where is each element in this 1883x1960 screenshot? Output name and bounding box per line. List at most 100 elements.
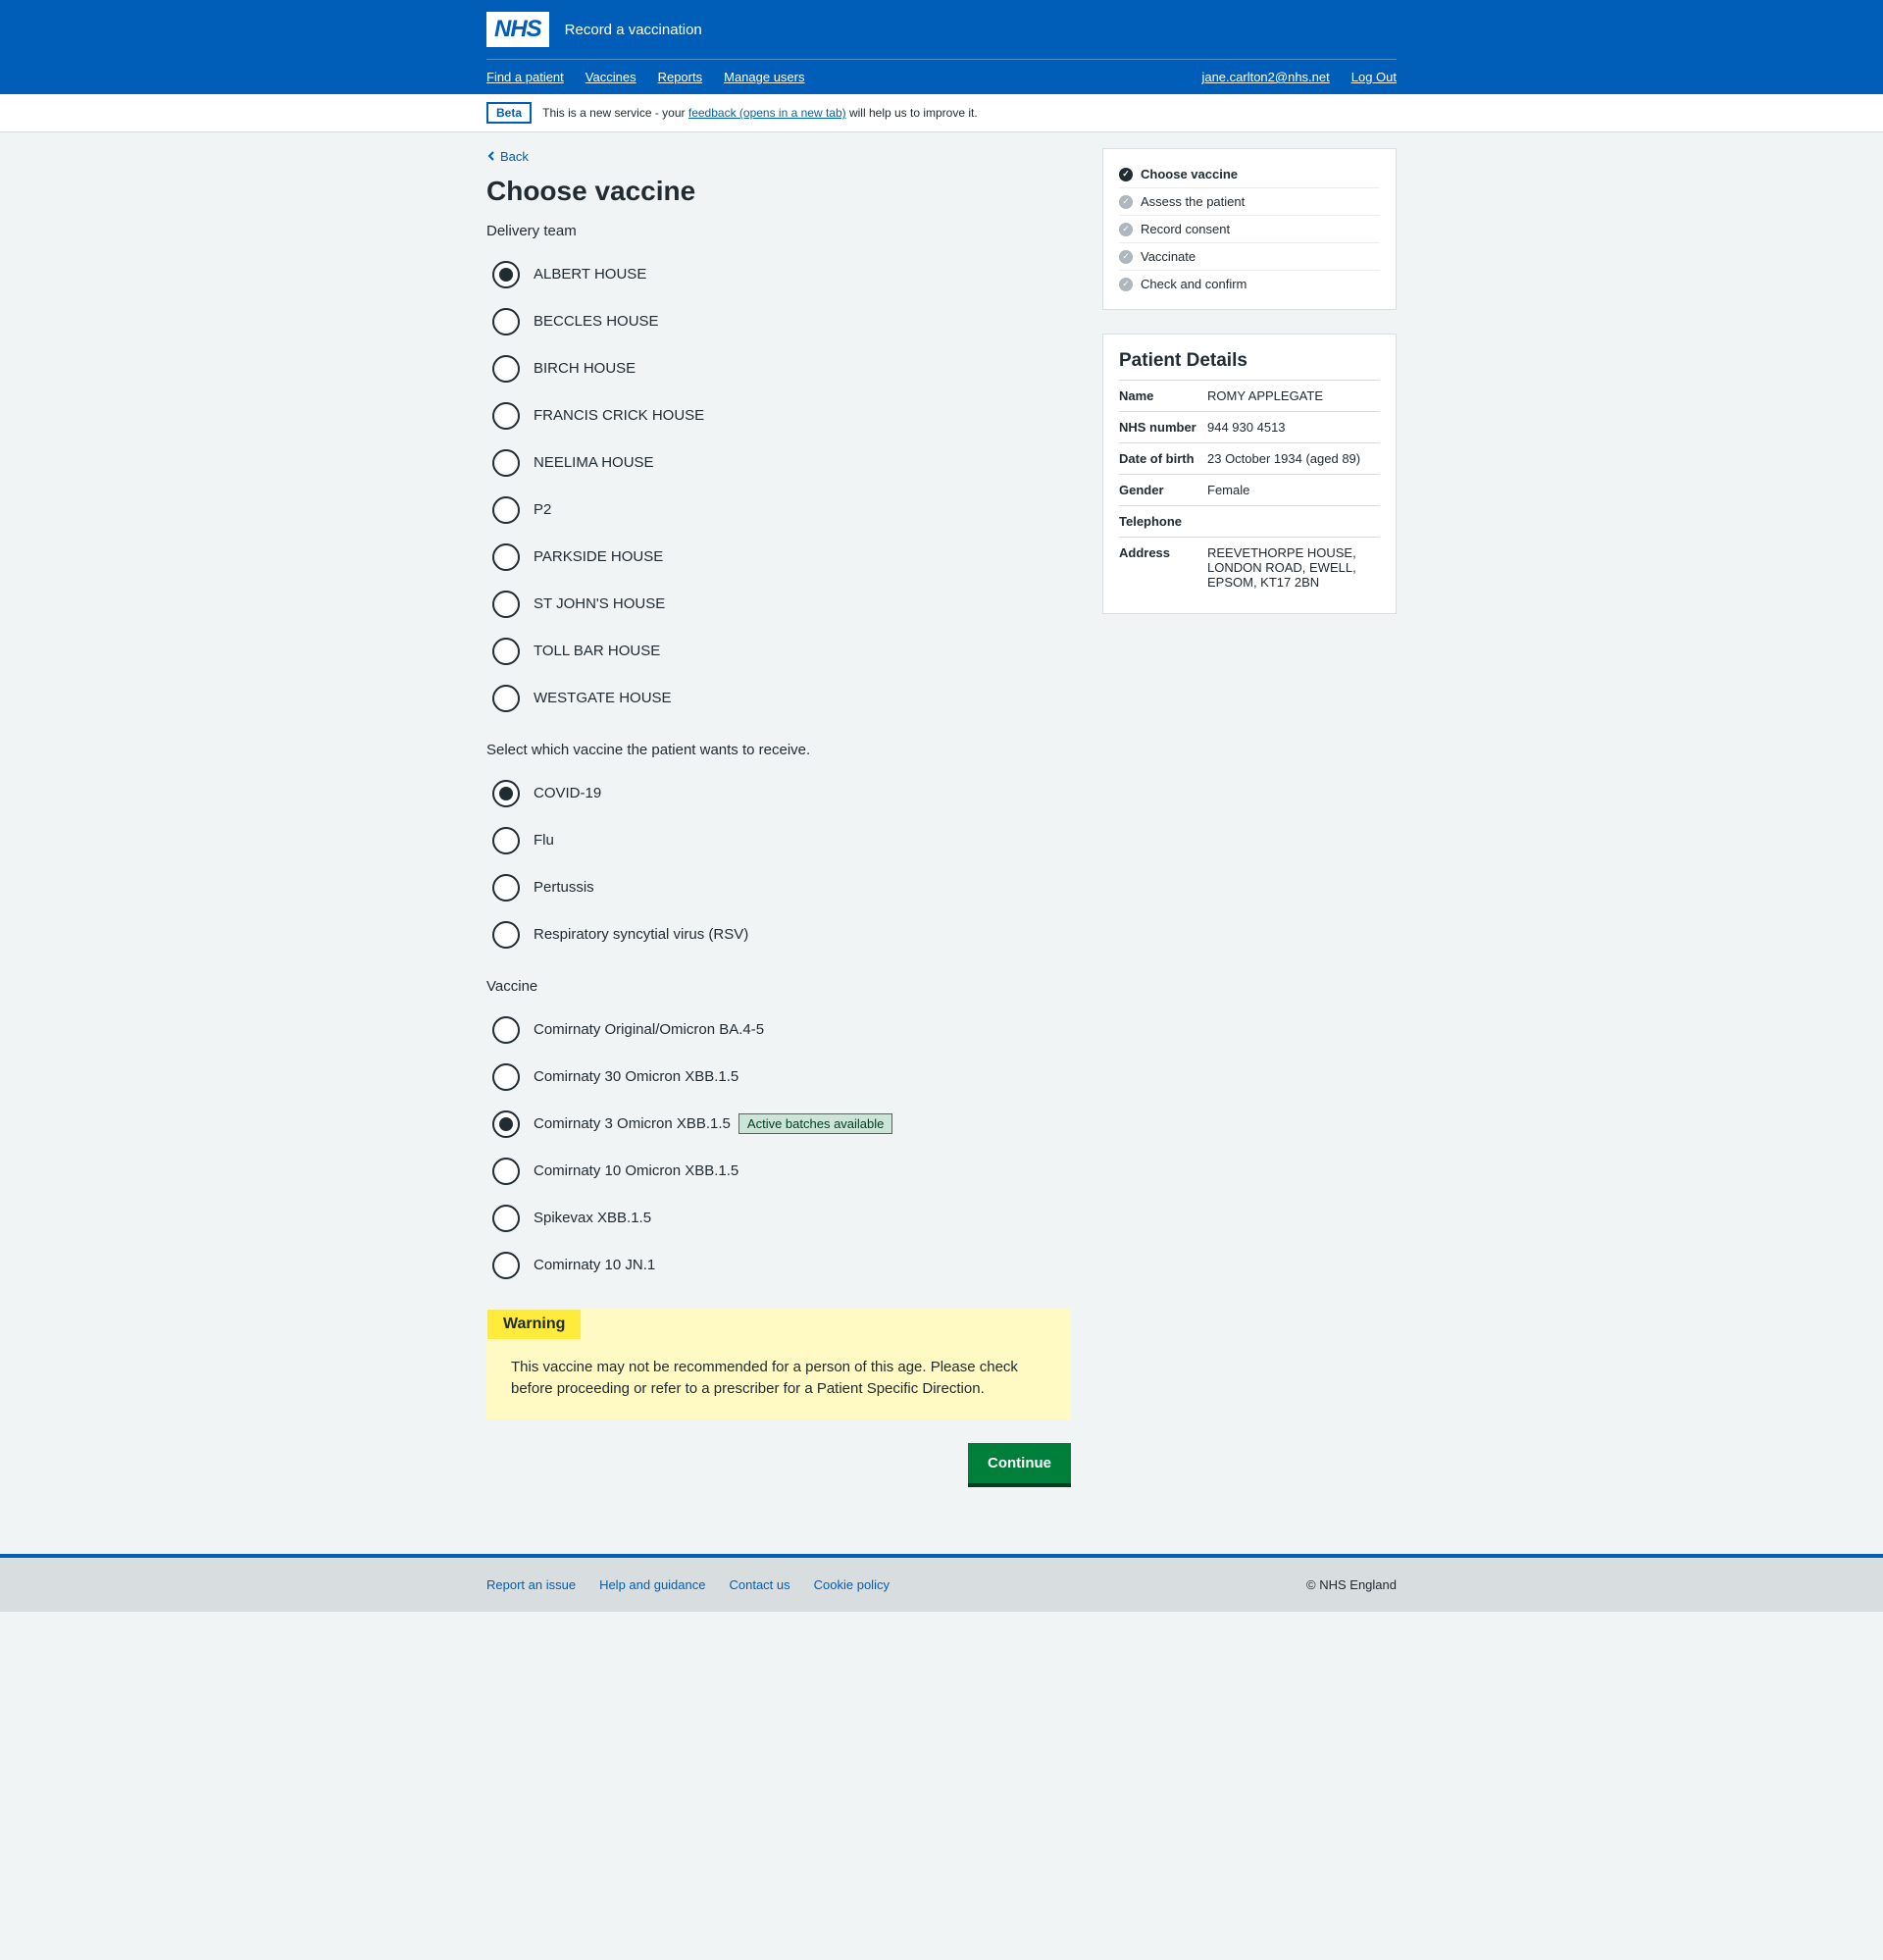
delivery-team-item: FRANCIS CRICK HOUSE <box>486 396 1071 436</box>
footer-link-cookie-policy[interactable]: Cookie policy <box>814 1577 890 1592</box>
delivery-team-radio[interactable] <box>486 538 526 577</box>
delivery-team-item: TOLL BAR HOUSE <box>486 632 1071 671</box>
delivery-team-item: NEELIMA HOUSE <box>486 443 1071 483</box>
delivery-team-item: BIRCH HOUSE <box>486 349 1071 388</box>
delivery-team-label: BIRCH HOUSE <box>526 360 636 377</box>
service-name: Record a vaccination <box>565 22 702 38</box>
patient-row: Telephone <box>1119 505 1380 537</box>
delivery-team-label: NEELIMA HOUSE <box>526 454 654 471</box>
patient-row: GenderFemale <box>1119 474 1380 505</box>
delivery-team-label: PARKSIDE HOUSE <box>526 548 663 565</box>
patient-field-label: Address <box>1119 545 1207 590</box>
patient-field-label: NHS number <box>1119 420 1207 435</box>
logout-link[interactable]: Log Out <box>1351 70 1397 84</box>
vaccine-label: Vaccine <box>486 978 1071 995</box>
delivery-team-radio[interactable] <box>486 490 526 530</box>
patient-field-value: REEVETHORPE HOUSE, LONDON ROAD, EWELL, E… <box>1207 545 1380 590</box>
delivery-team-label: BECCLES HOUSE <box>526 313 659 330</box>
footer-link-contact-us[interactable]: Contact us <box>729 1577 789 1592</box>
vaccine-type-label: Pertussis <box>526 879 594 896</box>
vaccine-radio[interactable] <box>486 1199 526 1238</box>
patient-field-value: ROMY APPLEGATE <box>1207 388 1380 403</box>
vaccine-type-radio[interactable] <box>486 915 526 954</box>
patient-field-value: 23 October 1934 (aged 89) <box>1207 451 1380 466</box>
page-title: Choose vaccine <box>486 176 1071 207</box>
nav-link-reports[interactable]: Reports <box>658 70 703 84</box>
delivery-team-radio[interactable] <box>486 443 526 483</box>
vaccine-radio[interactable] <box>486 1057 526 1097</box>
delivery-team-item: PARKSIDE HOUSE <box>486 538 1071 577</box>
patient-row: AddressREEVETHORPE HOUSE, LONDON ROAD, E… <box>1119 537 1380 597</box>
phase-text: This is a new service - your <box>542 106 688 120</box>
vaccine-type-label: Select which vaccine the patient wants t… <box>486 742 1071 758</box>
delivery-team-radio[interactable] <box>486 632 526 671</box>
vaccine-radios: Comirnaty Original/Omicron BA.4-5 Comirna… <box>486 1010 1071 1285</box>
copyright: © NHS England <box>1306 1577 1397 1592</box>
step-label: Vaccinate <box>1141 249 1196 264</box>
vaccine-label: Comirnaty 30 Omicron XBB.1.5 <box>526 1068 738 1085</box>
delivery-team-label: WESTGATE HOUSE <box>526 690 672 706</box>
phase-tag: Beta <box>486 102 532 124</box>
step-label: Check and confirm <box>1141 277 1247 291</box>
delivery-team-item: ALBERT HOUSE <box>486 255 1071 294</box>
step-label: Choose vaccine <box>1141 167 1238 181</box>
primary-nav: Find a patient Vaccines Reports Manage user… <box>486 60 1397 94</box>
step-check-and-confirm: ✓Check and confirm <box>1119 271 1380 297</box>
phase-banner: Beta This is a new service - your feedba… <box>0 94 1883 132</box>
footer: Report an issue Help and guidance Contact … <box>0 1558 1883 1612</box>
nav-link-vaccines[interactable]: Vaccines <box>585 70 636 84</box>
vaccine-item: Comirnaty 3 Omicron XBB.1.5Active batche… <box>486 1105 1071 1144</box>
continue-button[interactable]: Continue <box>968 1443 1071 1483</box>
delivery-team-label: FRANCIS CRICK HOUSE <box>526 407 704 424</box>
delivery-team-radio[interactable] <box>486 302 526 341</box>
delivery-team-item: P2 <box>486 490 1071 530</box>
vaccine-type-item: Flu <box>486 821 1071 860</box>
header: NHS Record a vaccination Find a patient V… <box>0 0 1883 94</box>
vaccine-type-radio[interactable] <box>486 774 526 813</box>
vaccine-type-radio[interactable] <box>486 868 526 907</box>
step-status-icon: ✓ <box>1119 223 1133 236</box>
delivery-team-radio[interactable] <box>486 679 526 718</box>
nav-link-find-a-patient[interactable]: Find a patient <box>486 70 564 84</box>
patient-field-value <box>1207 514 1380 529</box>
progress-card: ✓Choose vaccine✓Assess the patient✓Recor… <box>1102 148 1397 310</box>
vaccine-radio[interactable] <box>486 1152 526 1191</box>
active-batches-tag: Active batches available <box>738 1113 892 1134</box>
back-link[interactable]: Back <box>486 149 529 164</box>
footer-link-report-an-issue[interactable]: Report an issue <box>486 1577 576 1592</box>
chevron-left-icon <box>486 151 496 161</box>
patient-row: NameROMY APPLEGATE <box>1119 380 1380 411</box>
vaccine-type-label: Flu <box>526 832 554 849</box>
warning-panel: Warning This vaccine may not be recommen… <box>486 1309 1071 1419</box>
delivery-team-label: ALBERT HOUSE <box>526 266 646 283</box>
footer-link-help-and-guidance[interactable]: Help and guidance <box>599 1577 705 1592</box>
delivery-team-label: TOLL BAR HOUSE <box>526 643 660 659</box>
vaccine-item: Comirnaty Original/Omicron BA.4-5 <box>486 1010 1071 1050</box>
vaccine-radio[interactable] <box>486 1010 526 1050</box>
user-email-link[interactable]: jane.carlton2@nhs.net <box>1201 70 1329 84</box>
delivery-team-radios: ALBERT HOUSE BECCLES HOUSE BIRCH HOUSE FRAN… <box>486 255 1071 718</box>
vaccine-label: Comirnaty Original/Omicron BA.4-5 <box>526 1021 764 1038</box>
vaccine-label: Comirnaty 10 Omicron XBB.1.5 <box>526 1162 738 1179</box>
vaccine-label: Comirnaty 10 JN.1 <box>526 1257 655 1273</box>
patient-field-value: 944 930 4513 <box>1207 420 1380 435</box>
step-choose-vaccine: ✓Choose vaccine <box>1119 161 1380 188</box>
delivery-team-radio[interactable] <box>486 585 526 624</box>
vaccine-type-radio[interactable] <box>486 821 526 860</box>
patient-details-card: Patient Details NameROMY APPLEGATENHS nu… <box>1102 334 1397 614</box>
vaccine-type-item: COVID-19 <box>486 774 1071 813</box>
step-status-icon: ✓ <box>1119 195 1133 209</box>
delivery-team-radio[interactable] <box>486 255 526 294</box>
delivery-team-label: Delivery team <box>486 223 1071 239</box>
nav-link-manage-users[interactable]: Manage users <box>724 70 804 84</box>
vaccine-radio[interactable] <box>486 1246 526 1285</box>
feedback-link[interactable]: feedback (opens in a new tab) <box>688 106 846 120</box>
vaccine-type-label: Respiratory syncytial virus (RSV) <box>526 926 748 943</box>
vaccine-radio[interactable] <box>486 1105 526 1144</box>
nhs-logo: NHS <box>486 12 549 47</box>
delivery-team-radio[interactable] <box>486 396 526 436</box>
vaccine-item: Comirnaty 10 JN.1 <box>486 1246 1071 1285</box>
vaccine-type-radios: COVID-19 Flu Pertussis Respiratory syncytia… <box>486 774 1071 954</box>
delivery-team-radio[interactable] <box>486 349 526 388</box>
patient-field-value: Female <box>1207 483 1380 497</box>
